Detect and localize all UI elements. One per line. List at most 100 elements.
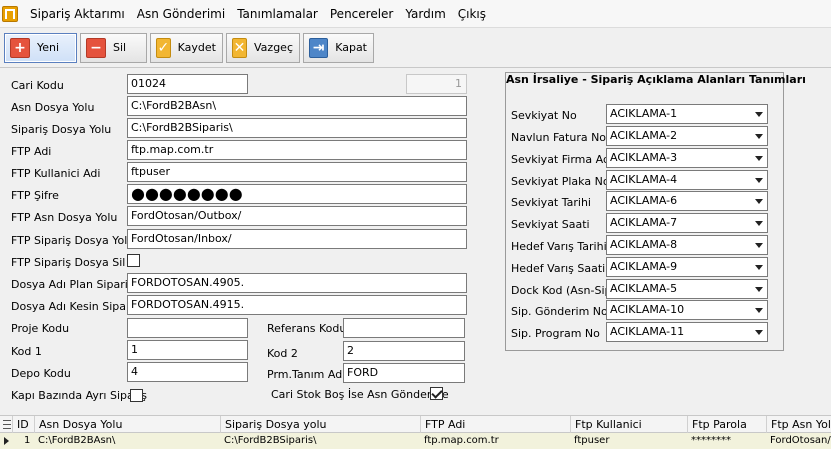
kod1-field[interactable]: 1 — [127, 340, 248, 360]
dosya-plan-label: Dosya Adı Plan Siparis — [11, 278, 134, 291]
kapi-bazinda-checkbox[interactable] — [130, 389, 143, 402]
proje-kodu-label: Proje Kodu — [11, 322, 70, 335]
ftp-siparis-sil-checkbox[interactable] — [127, 254, 140, 267]
ftp-siparis-sil-label: FTP Sipariş Dosya Sil — [11, 256, 126, 269]
referans-kodu-field[interactable] — [343, 318, 465, 338]
save-button[interactable]: ✓ Kaydet — [150, 32, 223, 63]
record-id-field: 1 — [406, 74, 467, 94]
new-button[interactable]: + Yeni — [4, 32, 77, 63]
select-value: ACIKLAMA-5 — [610, 282, 678, 295]
save-button-label: Kaydet — [177, 41, 216, 54]
dosya-kesin-field[interactable]: FORDOTOSAN.4915. — [127, 295, 467, 315]
hedef-varis-saati-select[interactable]: ACIKLAMA-9 — [606, 257, 768, 277]
ftp-asn-yolu-label: FTP Asn Dosya Yolu — [11, 211, 118, 224]
close-button[interactable]: ⇥ Kapat — [303, 32, 374, 63]
ftp-adi-field[interactable]: ftp.map.com.tr — [127, 140, 467, 160]
menu-yardim[interactable]: Yardım — [399, 0, 451, 28]
referans-kodu-label: Referans Kodu — [267, 322, 347, 335]
asn-dosya-yolu-label: Asn Dosya Yolu — [11, 101, 95, 114]
column-header-ftp-parola[interactable]: Ftp Parola — [687, 416, 766, 434]
panel-label: Hedef Varış Saati — [511, 262, 606, 275]
column-header-id[interactable]: ID — [12, 416, 34, 434]
menu-tanimlamalar[interactable]: Tanımlamalar — [231, 0, 324, 28]
cari-kodu-field[interactable]: 01024 — [127, 74, 248, 94]
chevron-down-icon — [755, 156, 763, 161]
chevron-down-icon — [755, 134, 763, 139]
ftp-sifre-field[interactable]: ●●●●●●●● — [127, 184, 467, 204]
sip-gonderim-no-select[interactable]: ACIKLAMA-10 — [606, 300, 768, 320]
cari-stok-label: Cari Stok Boş İse Asn Gönderme — [271, 388, 449, 401]
kod1-label: Kod 1 — [11, 345, 42, 358]
column-header-ftp-kullanici[interactable]: Ftp Kullanici — [570, 416, 687, 434]
sevkiyat-saati-select[interactable]: ACIKLAMA-7 — [606, 213, 768, 233]
chevron-down-icon — [755, 178, 763, 183]
chevron-down-icon — [755, 308, 763, 313]
table-row[interactable]: 1 C:\FordB2BAsn\ C:\FordB2BSiparis\ ftp.… — [0, 433, 831, 449]
select-value: ACIKLAMA-6 — [610, 194, 678, 207]
panel-label: Sevkiyat No — [511, 109, 577, 122]
sevkiyat-firma-adi-select[interactable]: ACIKLAMA-3 — [606, 148, 768, 168]
panel-label: Navlun Fatura No — [511, 131, 607, 144]
sevkiyat-plaka-no-select[interactable]: ACIKLAMA-4 — [606, 170, 768, 190]
select-value: ACIKLAMA-2 — [610, 129, 678, 142]
kod2-label: Kod 2 — [267, 347, 298, 360]
select-value: ACIKLAMA-11 — [610, 325, 685, 338]
depo-kodu-field[interactable]: 4 — [127, 362, 248, 382]
select-value: ACIKLAMA-10 — [610, 303, 685, 316]
menu-asn-gonderimi[interactable]: Asn Gönderimi — [131, 0, 231, 28]
kod2-field[interactable]: 2 — [343, 341, 465, 361]
column-chooser-icon[interactable] — [3, 420, 11, 429]
table-cell: C:\FordB2BSiparis\ — [224, 435, 317, 446]
table-cell: 1 — [24, 435, 31, 446]
chevron-down-icon — [755, 221, 763, 226]
ftp-siparis-yolu-label: FTP Sipariş Dosya Yolu — [11, 234, 135, 247]
dosya-kesin-label: Dosya Adı Kesin Siparis — [11, 300, 140, 313]
prm-tanim-field[interactable]: FORD — [343, 363, 465, 383]
check-icon: ✓ — [156, 37, 171, 58]
sip-program-no-select[interactable]: ACIKLAMA-11 — [606, 322, 768, 342]
panel-label: Sevkiyat Saati — [511, 218, 590, 231]
ftp-sifre-label: FTP Şifre — [11, 189, 59, 202]
panel-label: Dock Kod (Asn-Sip.) — [511, 284, 620, 297]
ftp-asn-yolu-field[interactable]: FordOtosan/Outbox/ — [127, 206, 467, 226]
close-button-label: Kapat — [335, 41, 367, 54]
menu-siparis-aktarimi[interactable]: Sipariş Aktarımı — [24, 0, 131, 28]
panel-label: Sevkiyat Plaka No — [511, 175, 610, 188]
asn-dosya-yolu-field[interactable]: C:\FordB2BAsn\ — [127, 96, 467, 116]
select-value: ACIKLAMA-8 — [610, 238, 678, 251]
siparis-dosya-yolu-field[interactable]: C:\FordB2BSiparis\ — [127, 118, 467, 138]
menu-pencereler[interactable]: Pencereler — [324, 0, 399, 28]
minus-icon: − — [86, 37, 106, 58]
delete-button-label: Sil — [113, 41, 127, 54]
select-value: ACIKLAMA-1 — [610, 107, 678, 120]
panel-label: Sip. Program No — [511, 327, 600, 340]
column-header-ftp-asn-yolu[interactable]: Ftp Asn Yolu — [766, 416, 831, 434]
panel-label: Sip. Gönderim No — [511, 305, 608, 318]
column-header-ftp-adi[interactable]: FTP Adi — [420, 416, 570, 434]
chevron-down-icon — [755, 287, 763, 292]
siparis-dosya-yolu-label: Sipariş Dosya Yolu — [11, 123, 112, 136]
new-button-label: Yeni — [37, 41, 60, 54]
ftp-kullanici-field[interactable]: ftpuser — [127, 162, 467, 182]
dosya-plan-field[interactable]: FORDOTOSAN.4905. — [127, 273, 467, 293]
navlun-fatura-no-select[interactable]: ACIKLAMA-2 — [606, 126, 768, 146]
column-header-asn-dosya-yolu[interactable]: Asn Dosya Yolu — [34, 416, 220, 434]
ftp-siparis-yolu-field[interactable]: FordOtosan/Inbox/ — [127, 229, 467, 249]
exit-door-icon: ⇥ — [309, 37, 329, 58]
table-cell: FordOtosan/ — [770, 435, 831, 446]
sevkiyat-tarihi-select[interactable]: ACIKLAMA-6 — [606, 191, 768, 211]
menu-cikis[interactable]: Çıkış — [452, 0, 492, 28]
delete-button[interactable]: − Sil — [80, 32, 147, 63]
dock-kod-select[interactable]: ACIKLAMA-5 — [606, 279, 768, 299]
panel-label: Sevkiyat Firma Adı — [511, 153, 613, 166]
cancel-button[interactable]: ✕ Vazgeç — [226, 32, 300, 63]
column-header-siparis-dosya-yolu[interactable]: Sipariş Dosya yolu — [220, 416, 420, 434]
aciklama-panel-title: Asn İrsaliye - Sipariş Açıklama Alanları… — [506, 73, 806, 86]
proje-kodu-field[interactable] — [127, 318, 248, 338]
table-cell: ftpuser — [574, 435, 610, 446]
cari-stok-checkbox[interactable] — [430, 387, 443, 400]
select-value: ACIKLAMA-3 — [610, 151, 678, 164]
chevron-down-icon — [755, 243, 763, 248]
hedef-varis-tarihi-select[interactable]: ACIKLAMA-8 — [606, 235, 768, 255]
sevkiyat-no-select[interactable]: ACIKLAMA-1 — [606, 104, 768, 124]
